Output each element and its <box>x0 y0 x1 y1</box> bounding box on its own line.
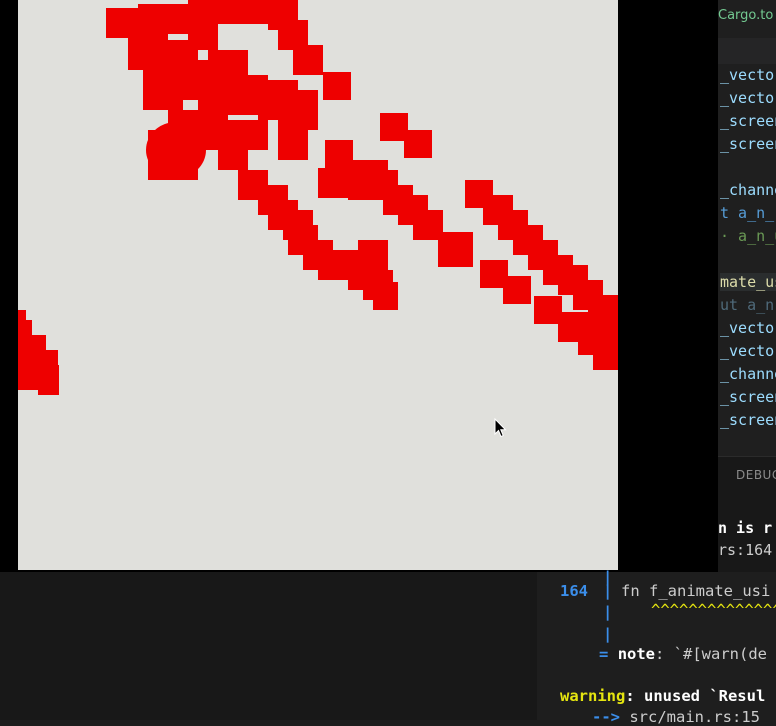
error-carets: ^^^^^^^^^^^^^^^^ <box>651 601 776 619</box>
code-line: · a_n_u <box>720 227 776 245</box>
stroke-pixel <box>18 310 26 320</box>
stroke-pixel <box>404 130 432 158</box>
code-line: _vector <box>720 342 776 360</box>
stroke-pixel <box>323 72 351 100</box>
code-line: mate_us <box>720 273 776 291</box>
stroke-pixel <box>188 20 218 50</box>
stroke-pixel <box>278 130 308 160</box>
stroke-pixel <box>373 282 398 310</box>
note-text: : `#[warn(de <box>655 645 767 663</box>
source-location: src/main.rs:15 <box>629 708 760 726</box>
terminal-blank-area <box>0 572 537 720</box>
code-line: _vector <box>720 319 776 337</box>
stroke-pixel <box>593 340 618 370</box>
paint-strokes <box>18 0 618 395</box>
stroke-blob <box>146 122 206 178</box>
stroke-pixel <box>38 365 59 395</box>
stroke-pixel <box>318 168 348 198</box>
breadcrumb-bar <box>718 38 776 64</box>
panel-tab-debug[interactable]: DEBUG <box>736 468 776 482</box>
render-window <box>0 0 718 572</box>
drawing-canvas[interactable] <box>18 0 618 570</box>
code-line: _vector <box>720 89 776 107</box>
gutter-pipe: | <box>603 582 613 600</box>
code-line: _screen <box>720 388 776 406</box>
code-line: _screen <box>720 411 776 429</box>
code-editor[interactable]: Cargo.to _vector _vector _screen _screen _ch… <box>718 0 776 460</box>
debug-output-line: rs:164 <box>718 541 773 559</box>
mouse-pointer-icon <box>494 418 507 438</box>
code-line: _vector <box>720 66 776 84</box>
stroke-pixel <box>503 276 531 304</box>
gutter-pipe: | <box>603 603 613 621</box>
code-line: _channe <box>720 181 776 199</box>
debug-console-panel: DEBUG n is r rs:164 <box>718 456 776 573</box>
stroke-pixel <box>438 232 473 267</box>
note-eq: = <box>599 645 609 663</box>
stroke-pixel <box>218 140 248 170</box>
code-line: _screen <box>720 112 776 130</box>
debug-output-line: n is r <box>718 519 773 537</box>
stroke-pixel <box>380 113 408 141</box>
stroke-pixel <box>534 296 562 324</box>
stroke-pixel <box>293 45 323 75</box>
code-line: _screen <box>720 135 776 153</box>
terminal-panel[interactable]: | 164 | fn f_animate_usi | ^^^^^^^^^^^^^… <box>0 568 776 726</box>
code-line: _channe <box>720 365 776 383</box>
stroke-pixel <box>278 90 318 130</box>
location-arrow: --> <box>592 708 620 726</box>
stroke-pixel <box>143 70 183 110</box>
tab-cargo-toml[interactable]: Cargo.to <box>718 8 773 23</box>
line-number: 164 <box>560 582 588 600</box>
gutter-pipe: | <box>603 625 613 643</box>
code-line: ut a_n <box>720 296 775 314</box>
warning-text: : unused `Resul <box>625 687 766 705</box>
source-line: fn f_animate_usi <box>621 582 771 600</box>
stroke-pixel <box>18 340 38 390</box>
warning-label: warning <box>560 687 626 705</box>
note-label: note <box>617 645 656 663</box>
code-line: t a_n_ <box>720 204 775 222</box>
